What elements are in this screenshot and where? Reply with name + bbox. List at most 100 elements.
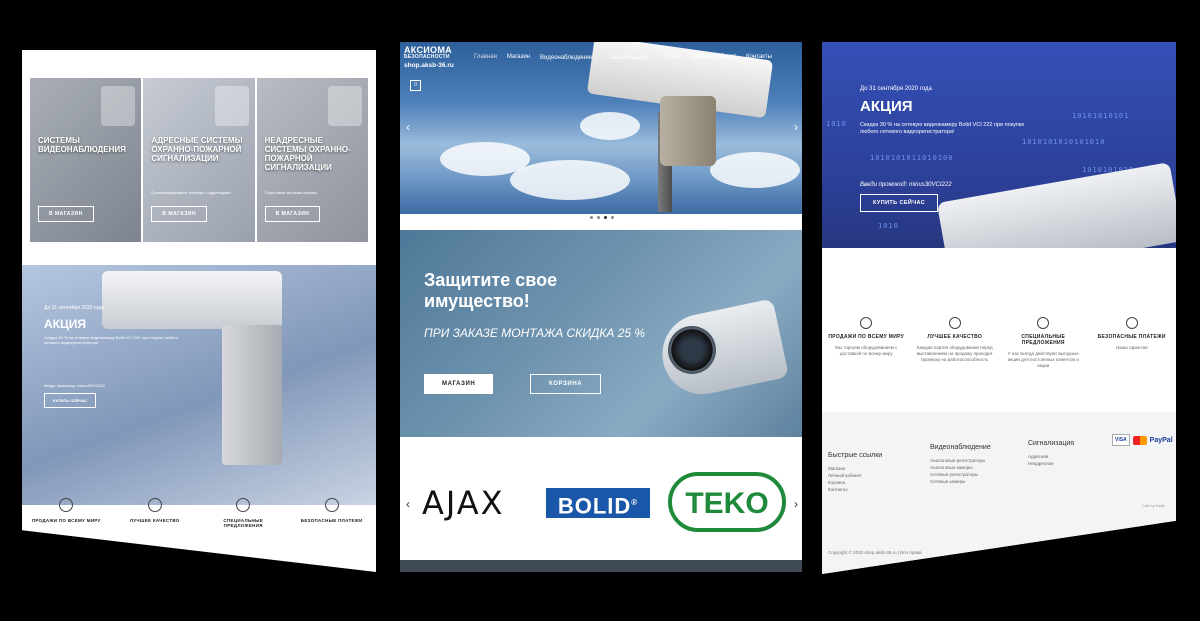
nav-item-home[interactable]: Главная [474, 54, 497, 61]
mastercard-icon [1132, 435, 1147, 445]
nav-item-account[interactable]: Личный кабинет [691, 54, 736, 61]
footer-heading: Видеонаблюдение [930, 444, 991, 451]
payment-icons: VISA PayPal [1112, 434, 1173, 446]
feature-label: СПЕЦИАЛЬНЫЕ ПРЕДЛОЖЕНИЯ [1021, 334, 1066, 346]
promo-code: Введи промокод: minus30VCI222 [860, 182, 952, 188]
left-page-screenshot: Системы видеонаблюдения В МАГАЗИН Адресн… [22, 50, 376, 572]
promo-code: Введи промокод: minus30VCI222 [44, 383, 106, 388]
tile-shop-button[interactable]: В МАГАЗИН [264, 206, 321, 222]
bolid-logo: BOLID® [546, 488, 650, 518]
tile-subtitle: Сигнализационные системы с адресацией [151, 190, 231, 195]
site-logo[interactable]: АКСИОМА БЕЗОПАСНОСТИ shop.aksb-36.ru [404, 45, 454, 69]
footer-link[interactable]: Сетевые регистраторы [930, 471, 991, 478]
feature-label: ЛУЧШЕЕ КАЧЕСТВО [927, 334, 983, 340]
buy-now-button[interactable]: КУПИТЬ СЕЙЧАС [860, 194, 939, 212]
footer-col-links: Быстрые ссылки Магазин Личный кабинет Ко… [828, 452, 882, 493]
paypal-icon: PayPal [1149, 436, 1173, 444]
cloud-shape [710, 152, 800, 188]
category-tile-addressable[interactable]: Адресные системы охранно-пожарной сигнал… [143, 78, 255, 242]
nav-item-alarm[interactable]: Сигнализация ⌄ [609, 54, 655, 61]
cart-icon[interactable]: 0 [410, 80, 421, 91]
promo-date: До 31 сентября 2020 года [860, 86, 932, 92]
globe-icon [860, 317, 873, 329]
feature-label: СПЕЦИАЛЬНЫЕ ПРЕДЛОЖЕНИЯ [223, 518, 264, 528]
feature-item: СПЕЦИАЛЬНЫЕ ПРЕДЛОЖЕНИЯ У нас всегда дейс… [1003, 317, 1083, 397]
camera-bracket-image [660, 96, 716, 166]
cloud-shape [510, 160, 630, 200]
promo-title: АКЦИЯ [860, 98, 913, 115]
alarm-panel-image [214, 86, 249, 126]
brand-url: shop.aksb-36.ru [404, 62, 454, 69]
carousel-next-icon[interactable]: › [794, 497, 798, 511]
feature-item: ПРОДАЖИ ПО ВСЕМУ МИРУ Мы торгуем оборудов… [826, 317, 906, 397]
footer-link[interactable]: Адресная [1028, 453, 1074, 460]
offer-icon [236, 498, 251, 512]
binary-text: 1010 [826, 120, 847, 128]
bolid-mark: ® [631, 498, 639, 507]
footer-link[interactable]: Магазин [828, 465, 882, 472]
ajax-logo: AJAX [422, 484, 505, 522]
tile-subtitle: Пороговые системы охраны [264, 190, 317, 195]
nav-item-video[interactable]: Видеонаблюдение ⌄ [540, 54, 599, 61]
footer-link[interactable]: Аналоговые камеры [930, 464, 991, 471]
camera-mount-image [222, 325, 282, 465]
tile-shop-button[interactable]: В МАГАЗИН [151, 206, 208, 222]
promo-title: АКЦИЯ [44, 317, 87, 331]
protect-banner: Защитите свое имущество! ПРИ ЗАКАЗЕ МОНТ… [400, 230, 802, 437]
footer-link[interactable]: Личный кабинет [828, 472, 882, 479]
mockup-stage: Системы видеонаблюдения В МАГАЗИН Адресн… [0, 0, 1200, 621]
binary-text: 1010101010101010 [1022, 138, 1106, 146]
slider-dot[interactable] [590, 216, 593, 219]
category-tiles: Системы видеонаблюдения В МАГАЗИН Адресн… [30, 78, 368, 242]
footer-col-alarm: Сигнализация Адресная Неадресная [1028, 440, 1074, 467]
quality-icon [147, 498, 162, 512]
brand-sub: БЕЗОПАСНОСТИ [404, 54, 450, 60]
binary-text: 1010 [878, 222, 899, 230]
nav-item-shop[interactable]: Магазин [507, 54, 530, 61]
feature-item: СПЕЦИАЛЬНЫЕ ПРЕДЛОЖЕНИЯ [203, 498, 283, 528]
slider-dot[interactable] [611, 216, 614, 219]
shop-button[interactable]: МАГАЗИН [424, 374, 494, 394]
globe-icon [59, 498, 74, 512]
features-row: ПРОДАЖИ ПО ВСЕМУ МИРУ Мы торгуем оборудов… [822, 317, 1176, 397]
feature-desc: У нас всегда действуют выгодные акции дл… [1007, 351, 1079, 368]
binary-text: 10101010101 [1072, 112, 1130, 120]
lock-icon [324, 498, 339, 512]
tile-shop-button[interactable]: В МАГАЗИН [38, 206, 94, 222]
bolid-text: BOLID [557, 493, 632, 519]
cart-button[interactable]: КОРЗИНА [530, 374, 602, 394]
slider-dot[interactable] [597, 216, 600, 219]
right-page-screenshot: 1010 10101010101 1010101010101010 101010… [822, 42, 1176, 574]
promo-date: До 31 сентября 2020 года [44, 305, 104, 311]
slider-dot[interactable] [604, 216, 607, 219]
visa-icon: VISA [1112, 434, 1130, 446]
promo-text: Скидка 30 % на сетевую видеокамеру Bolid… [44, 335, 179, 345]
slider-prev-icon[interactable]: ‹ [406, 120, 410, 134]
footer-link[interactable]: Контакты [828, 486, 882, 493]
buy-now-button[interactable]: КУПИТЬ СЕЙЧАС [44, 393, 97, 408]
feature-label: ПРОДАЖИ ПО ВСЕМУ МИРУ [31, 518, 101, 523]
feature-desc: Мы торгуем оборудованием с доставкой по … [835, 345, 898, 356]
binary-text: 1010101011010100 [870, 154, 954, 162]
nav-item-contacts[interactable]: Контакты [746, 54, 772, 61]
carousel-prev-icon[interactable]: ‹ [406, 497, 410, 511]
category-tile-non-addressable[interactable]: Неадресные системы охранно-пожарной сигн… [256, 78, 368, 242]
footer-link[interactable]: Сетевые камеры [930, 478, 991, 485]
nav-item-about[interactable]: О нас [665, 54, 681, 61]
footer-link[interactable]: Корзина [828, 479, 882, 486]
slider-next-icon[interactable]: › [794, 120, 798, 134]
feature-item: БЕЗОПАСНЫЕ ПЛАТЕЖИ [292, 498, 372, 523]
hero-slider: АКСИОМА БЕЗОПАСНОСТИ shop.aksb-36.ru Гла… [400, 42, 802, 214]
feature-item: ЛУЧШЕЕ КАЧЕСТВО Каждая партия оборудовани… [915, 317, 995, 397]
promo-banner: 1010 10101010101 1010101010101010 101010… [822, 42, 1176, 248]
promo-banner: До 31 сентября 2020 года АКЦИЯ Скидка 30… [22, 265, 376, 505]
category-tile-video[interactable]: Системы видеонаблюдения В МАГАЗИН [30, 78, 142, 242]
footer-link[interactable]: Аналоговые регистраторы [930, 457, 991, 464]
footer-heading: Быстрые ссылки [828, 452, 883, 459]
camera-image [101, 86, 136, 126]
feature-item: ЛУЧШЕЕ КАЧЕСТВО [115, 498, 195, 523]
feature-desc: Каждая партия оборудования перед выставл… [916, 345, 993, 362]
footer-link[interactable]: Неадресная [1028, 460, 1074, 467]
feature-desc: Наши гарантии [1115, 345, 1148, 350]
center-page-screenshot: АКСИОМА БЕЗОПАСНОСТИ shop.aksb-36.ru Гла… [400, 42, 802, 572]
